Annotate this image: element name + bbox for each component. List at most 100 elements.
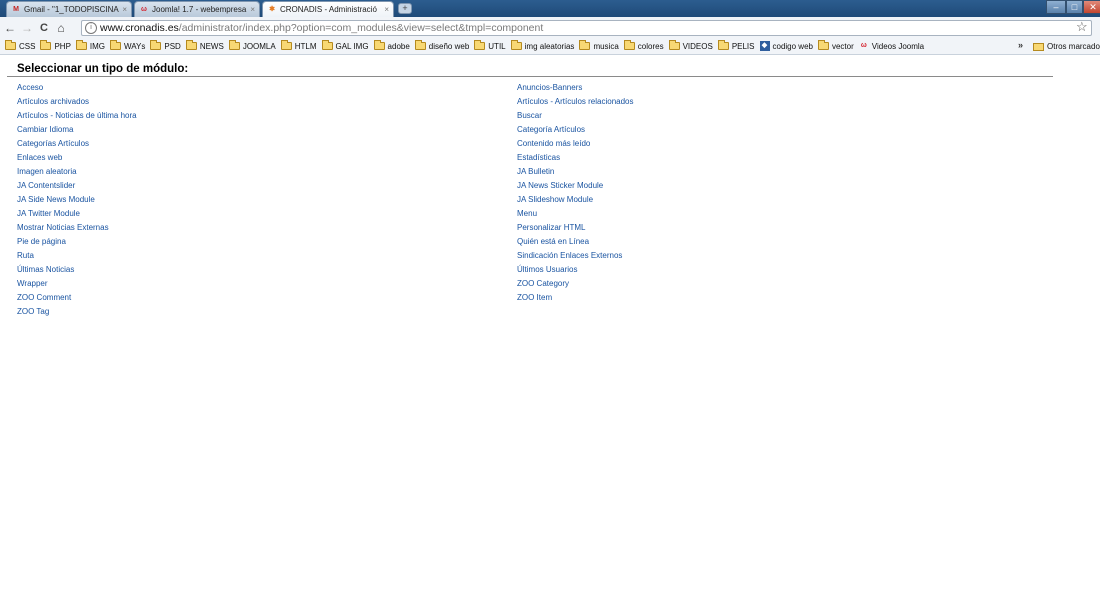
bookmark-img-aleatorias[interactable]: img aleatorias — [510, 40, 574, 51]
list-item: Buscar — [517, 110, 634, 124]
bookmark-codigo-web[interactable]: ◆ codigo web — [759, 41, 813, 51]
address-bar[interactable]: i www.cronadis.es/administrator/index.ph… — [81, 20, 1092, 36]
bookmark-label: Videos Joomla — [871, 41, 925, 51]
module-link[interactable]: Ruta — [17, 251, 34, 260]
tab-webempresa[interactable]: ω Joomla! 1.7 - webempresa × — [134, 1, 260, 17]
close-icon[interactable]: × — [250, 5, 255, 14]
bookmark-php[interactable]: PHP — [40, 40, 71, 51]
module-link[interactable]: Imagen aleatoria — [17, 167, 77, 176]
maximize-button[interactable]: □ — [1066, 0, 1083, 14]
list-item: Últimos Usuarios — [517, 264, 634, 278]
bookmark-gal-img[interactable]: GAL IMG — [321, 40, 369, 51]
module-link[interactable]: Quién está en Línea — [517, 237, 589, 246]
bookmark-label: codigo web — [772, 41, 813, 51]
bookmark-label: UTIL — [488, 41, 506, 51]
list-item: ZOO Category — [517, 278, 634, 292]
module-link[interactable]: Últimos Usuarios — [517, 265, 577, 274]
bookmark-videos[interactable]: VIDEOS — [668, 40, 713, 51]
module-link[interactable]: Pie de página — [17, 237, 66, 246]
bookmark-diseno-web[interactable]: diseño web — [414, 40, 470, 51]
module-link[interactable]: Estadísticas — [517, 153, 560, 162]
bookmark-htlm[interactable]: HTLM — [280, 40, 317, 51]
module-link[interactable]: ZOO Item — [517, 293, 552, 302]
module-link[interactable]: JA Side News Module — [17, 195, 95, 204]
module-link[interactable]: Anuncios-Banners — [517, 83, 582, 92]
minimize-button[interactable]: – — [1046, 0, 1066, 14]
module-link[interactable]: ZOO Tag — [17, 307, 49, 316]
bookmark-label: IMG — [89, 41, 106, 51]
list-item: Categoría Artículos — [517, 124, 634, 138]
forward-button[interactable]: → — [20, 20, 34, 36]
list-item: Últimas Noticias — [17, 264, 137, 278]
bookmark-vector[interactable]: vector — [817, 40, 854, 51]
page-info-icon[interactable]: i — [85, 22, 97, 34]
module-link[interactable]: Categoría Artículos — [517, 125, 585, 134]
bookmark-adobe[interactable]: adobe — [373, 40, 410, 51]
bookmark-psd[interactable]: PSD — [150, 40, 181, 51]
module-link[interactable]: JA Bulletin — [517, 167, 554, 176]
module-link[interactable]: ZOO Comment — [17, 293, 71, 302]
folder-icon — [510, 40, 522, 50]
bookmark-musica[interactable]: musica — [579, 40, 619, 51]
back-button[interactable]: ← — [3, 20, 17, 36]
bookmarks-overflow-button[interactable]: » — [1018, 38, 1023, 52]
module-link[interactable]: Contenido más leído — [517, 139, 590, 148]
home-button[interactable]: ⌂ — [54, 20, 68, 36]
bookmark-colores[interactable]: colores — [623, 40, 664, 51]
tab-gmail[interactable]: M Gmail - "1_TODOPISCINA" × — [6, 1, 132, 17]
bookmark-util[interactable]: UTIL — [474, 40, 506, 51]
other-bookmarks[interactable]: Otros marcado — [1033, 38, 1100, 55]
list-item: Imagen aleatoria — [17, 166, 137, 180]
module-link[interactable]: Sindicación Enlaces Externos — [517, 251, 622, 260]
bookmark-joomla[interactable]: JOOMLA — [228, 40, 276, 51]
module-link[interactable]: Artículos - Artículos relacionados — [517, 97, 634, 106]
close-icon[interactable]: × — [384, 5, 389, 14]
module-link[interactable]: Artículos - Noticias de última hora — [17, 111, 137, 120]
list-item: ZOO Tag — [17, 306, 137, 320]
list-item: Ruta — [17, 250, 137, 264]
browser-titlebar: M Gmail - "1_TODOPISCINA" × ω Joomla! 1.… — [0, 0, 1100, 17]
module-link[interactable]: Menu — [517, 209, 537, 218]
module-link[interactable]: Acceso — [17, 83, 43, 92]
bookmark-ways[interactable]: WAYs — [110, 40, 146, 51]
bookmark-news[interactable]: NEWS — [185, 40, 224, 51]
new-tab-button[interactable]: + — [398, 3, 412, 14]
list-item: JA Contentslider — [17, 180, 137, 194]
bookmark-star-icon[interactable]: ☆ — [1076, 19, 1088, 35]
folder-icon — [280, 40, 292, 50]
tab-cronadis[interactable]: ✱ CRONADIS - Administració × — [262, 1, 394, 17]
module-link[interactable]: Cambiar Idioma — [17, 125, 73, 134]
module-link[interactable]: Mostrar Noticias Externas — [17, 223, 109, 232]
close-icon[interactable]: × — [122, 5, 127, 14]
module-link[interactable]: Últimas Noticias — [17, 265, 74, 274]
module-link[interactable]: Buscar — [517, 111, 542, 120]
bookmark-label: vector — [831, 41, 854, 51]
module-link[interactable]: Categorías Artículos — [17, 139, 89, 148]
bookmark-pelis[interactable]: PELIS — [717, 40, 755, 51]
bookmark-img[interactable]: IMG — [75, 40, 106, 51]
bookmark-label: diseño web — [428, 41, 470, 51]
module-link[interactable]: ZOO Category — [517, 279, 569, 288]
module-link[interactable]: Artículos archivados — [17, 97, 89, 106]
list-item: Quién está en Línea — [517, 236, 634, 250]
folder-icon — [579, 40, 591, 50]
codigo-web-icon: ◆ — [759, 41, 770, 51]
module-link[interactable]: JA Contentslider — [17, 181, 75, 190]
bookmark-label: WAYs — [124, 41, 146, 51]
module-link[interactable]: JA News Sticker Module — [517, 181, 603, 190]
module-link[interactable]: Wrapper — [17, 279, 48, 288]
bookmark-videos-joomla[interactable]: ω Videos Joomla — [859, 41, 924, 51]
module-link[interactable]: JA Slideshow Module — [517, 195, 593, 204]
list-item: Artículos - Artículos relacionados — [517, 96, 634, 110]
reload-button[interactable]: C — [37, 20, 51, 36]
bookmark-label: VIDEOS — [682, 41, 713, 51]
joomla-icon: ✱ — [269, 6, 275, 13]
list-item: Artículos - Noticias de última hora — [17, 110, 137, 124]
module-link[interactable]: Enlaces web — [17, 153, 62, 162]
close-window-button[interactable]: ✕ — [1083, 0, 1100, 14]
module-link[interactable]: Personalizar HTML — [517, 223, 585, 232]
folder-icon — [817, 40, 829, 50]
module-link[interactable]: JA Twitter Module — [17, 209, 80, 218]
bookmark-css[interactable]: CSS — [5, 40, 35, 51]
folder-icon — [414, 40, 426, 50]
